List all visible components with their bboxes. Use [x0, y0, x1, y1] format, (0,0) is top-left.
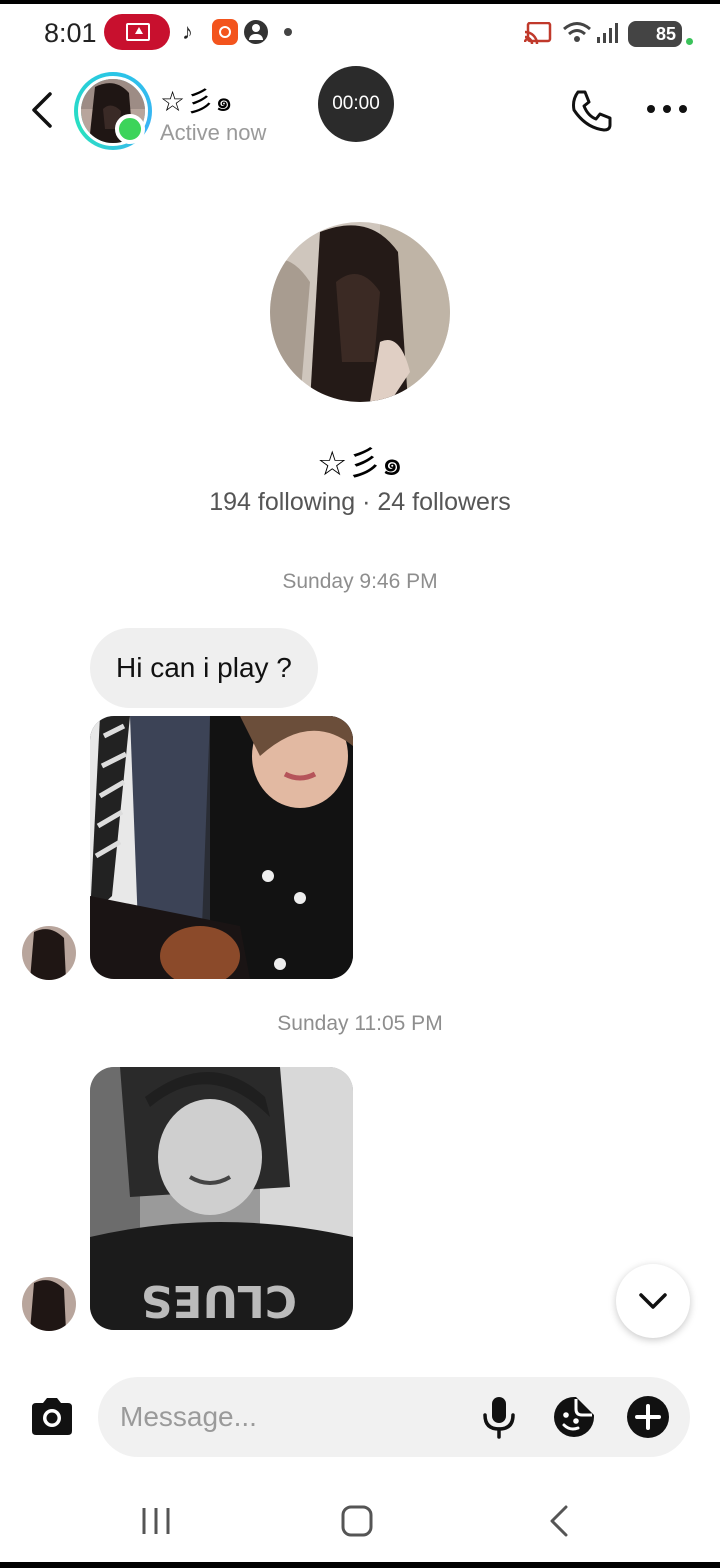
chevron-down-icon: [639, 1293, 667, 1309]
dot-icon: [284, 28, 292, 36]
sender-avatar-image: [22, 1277, 76, 1331]
photo-image: [90, 716, 353, 979]
tiktok-icon: ♪: [182, 19, 193, 44]
svg-text:CLUES: CLUES: [141, 1275, 297, 1326]
recents-icon[interactable]: [138, 1506, 174, 1536]
sticker-icon[interactable]: [552, 1395, 596, 1439]
photo-image: CLUES: [90, 1067, 353, 1330]
cast-icon: [524, 22, 552, 44]
sender-avatar-image: [22, 926, 76, 980]
contact-name[interactable]: ☆彡๑: [160, 80, 234, 124]
message-timestamp: Sunday 9:46 PM: [282, 570, 438, 593]
sender-avatar[interactable]: [22, 926, 76, 980]
status-bar: 8:01 ♪ 85: [0, 8, 720, 60]
active-status: Active now: [160, 120, 267, 145]
profile-picture[interactable]: [270, 222, 450, 402]
message-bubble[interactable]: Hi can i play ?: [90, 628, 318, 708]
nav-back-icon[interactable]: [546, 1504, 572, 1538]
screen-record-icon[interactable]: [104, 14, 170, 50]
account-icon: [244, 20, 268, 44]
profile-image: [270, 222, 450, 402]
signal-icon: [597, 23, 618, 43]
wifi-icon: [563, 22, 591, 42]
message-timestamp: Sunday 11:05 PM: [277, 1012, 443, 1035]
call-timer[interactable]: 00:00: [318, 66, 394, 142]
back-icon[interactable]: [22, 86, 62, 134]
system-nav-bar: [0, 1480, 720, 1560]
screen: 8:01 ♪ 85 ☆彡๑ Active now 00:00 ☆彡๑ 194 f…: [0, 0, 720, 1568]
plus-icon[interactable]: [626, 1395, 670, 1439]
more-icon[interactable]: [644, 94, 690, 124]
battery-icon: 85: [628, 21, 682, 47]
message-photo[interactable]: [90, 716, 353, 979]
battery-indicator-dot: [686, 38, 693, 45]
sender-avatar[interactable]: [22, 1277, 76, 1331]
message-input[interactable]: [120, 1377, 470, 1457]
message-field: [98, 1377, 690, 1457]
bottom-edge: [0, 1562, 720, 1568]
app-notification-icon: [212, 19, 238, 45]
top-edge: [0, 0, 720, 4]
profile-name: ☆彡๑: [316, 444, 404, 484]
phone-icon[interactable]: [566, 86, 616, 136]
chat-header: ☆彡๑ Active now 00:00: [0, 62, 720, 158]
scroll-to-bottom-button[interactable]: [616, 1264, 690, 1338]
status-time: 8:01: [44, 18, 97, 48]
battery-level: 85: [655, 24, 676, 44]
online-status-dot: [115, 114, 145, 144]
home-icon[interactable]: [340, 1504, 374, 1538]
microphone-icon[interactable]: [480, 1395, 518, 1439]
profile-stats: 194 following · 24 followers: [209, 488, 511, 516]
message-photo[interactable]: CLUES: [90, 1067, 353, 1330]
camera-icon[interactable]: [28, 1393, 76, 1441]
